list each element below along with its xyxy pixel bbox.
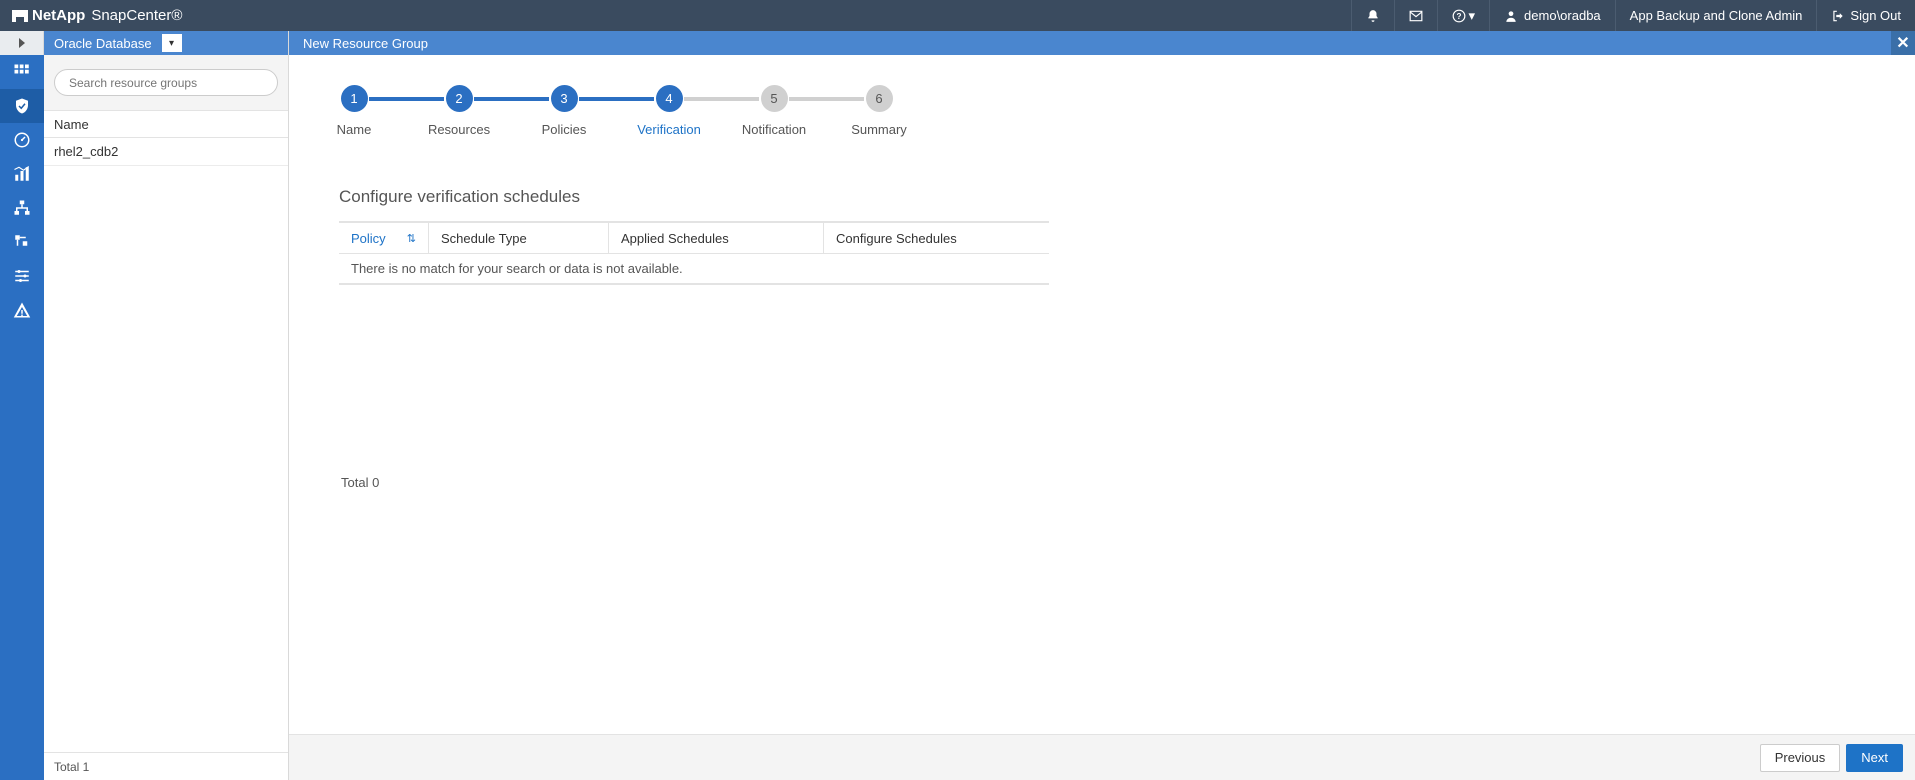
nav-storage[interactable] — [0, 225, 44, 259]
sliders-icon — [13, 267, 31, 285]
step-notification[interactable]: 5 Notification — [759, 85, 789, 137]
step-verification[interactable]: 4 Verification — [654, 85, 684, 137]
content-header: New Resource Group ✕ — [289, 31, 1915, 55]
nav-alerts[interactable] — [0, 293, 44, 327]
table-total: Total 0 — [339, 475, 1865, 490]
table-header-row: Policy ⇅ Schedule Type Applied Schedules… — [339, 222, 1049, 254]
chevron-right-icon — [17, 38, 27, 48]
col-policy-label: Policy — [351, 231, 386, 246]
step-circle: 5 — [761, 85, 788, 112]
step-resources[interactable]: 2 Resources — [444, 85, 474, 137]
step-connector — [474, 97, 549, 101]
caret-down-icon: ▾ — [1469, 8, 1476, 24]
step-policies[interactable]: 3 Policies — [549, 85, 579, 137]
nav-dashboard[interactable] — [0, 55, 44, 89]
step-circle: 2 — [446, 85, 473, 112]
col-configure-schedules[interactable]: Configure Schedules — [824, 223, 1049, 253]
rail-toggle[interactable] — [0, 31, 44, 55]
col-schedule-type[interactable]: Schedule Type — [429, 223, 609, 253]
netapp-logo-icon — [12, 8, 28, 24]
bell-icon — [1366, 9, 1380, 23]
signout-button[interactable]: Sign Out — [1816, 0, 1915, 31]
step-circle: 4 — [656, 85, 683, 112]
nav-hosts[interactable] — [0, 191, 44, 225]
user-icon — [1504, 9, 1518, 23]
step-name[interactable]: 1 Name — [339, 85, 369, 137]
left-panel-column-header[interactable]: Name — [44, 110, 288, 138]
messages-button[interactable] — [1394, 0, 1437, 31]
nav-reports[interactable] — [0, 157, 44, 191]
nav-settings[interactable] — [0, 259, 44, 293]
table-empty-message: There is no match for your search or dat… — [339, 254, 1049, 284]
signout-label: Sign Out — [1850, 8, 1901, 23]
resource-group-name: rhel2_cdb2 — [54, 144, 118, 159]
signout-icon — [1831, 9, 1845, 23]
top-bar: NetApp SnapCenter® ? ▾ demo\oradba App B… — [0, 0, 1915, 31]
hierarchy-icon — [13, 199, 31, 217]
wizard-steps: 1 Name 2 Resources 3 Policies 4 Verifica… — [339, 85, 1865, 137]
brand: NetApp SnapCenter® — [0, 7, 194, 24]
shield-check-icon — [13, 97, 31, 115]
content-area: New Resource Group ✕ 1 Name 2 Resources … — [289, 31, 1915, 780]
step-label: Summary — [851, 122, 907, 137]
step-connector — [579, 97, 654, 101]
step-label: Resources — [428, 122, 490, 137]
plugin-dropdown-toggle[interactable]: ▾ — [162, 34, 182, 52]
step-connector — [789, 97, 864, 101]
step-circle: 6 — [866, 85, 893, 112]
notifications-button[interactable] — [1351, 0, 1394, 31]
previous-button[interactable]: Previous — [1760, 744, 1841, 772]
brand-product: SnapCenter® — [91, 7, 182, 24]
next-button[interactable]: Next — [1846, 744, 1903, 772]
step-label: Name — [337, 122, 372, 137]
mail-icon — [1409, 9, 1423, 23]
role-label[interactable]: App Backup and Clone Admin — [1615, 0, 1817, 31]
verification-table: Policy ⇅ Schedule Type Applied Schedules… — [339, 221, 1049, 285]
brand-logo: NetApp — [12, 7, 85, 24]
left-panel-search-area — [44, 55, 288, 110]
main-area: Oracle Database ▾ Name rhel2_cdb2 Total … — [0, 31, 1915, 780]
step-label: Notification — [742, 122, 806, 137]
col-applied-schedules[interactable]: Applied Schedules — [609, 223, 824, 253]
resource-group-row[interactable]: rhel2_cdb2 — [44, 138, 288, 166]
step-label: Policies — [542, 122, 587, 137]
step-circle: 3 — [551, 85, 578, 112]
alert-icon — [13, 301, 31, 319]
left-total-label: Total 1 — [54, 760, 89, 774]
page-title: New Resource Group — [303, 36, 428, 51]
close-wizard-button[interactable]: ✕ — [1891, 31, 1915, 55]
help-button[interactable]: ? ▾ — [1437, 0, 1490, 31]
barchart-icon — [13, 165, 31, 183]
sort-asc-icon[interactable]: ⇅ — [407, 232, 416, 245]
search-input[interactable] — [54, 69, 278, 96]
col-name-label: Name — [54, 117, 89, 132]
user-label: demo\oradba — [1524, 8, 1601, 23]
wizard-footer: Previous Next — [289, 734, 1915, 780]
section-title: Configure verification schedules — [339, 187, 1865, 207]
blocks-icon — [13, 233, 31, 251]
plugin-dropdown-label: Oracle Database — [54, 36, 152, 51]
nav-rail — [0, 31, 44, 780]
grid-icon — [13, 63, 31, 81]
step-connector — [369, 97, 444, 101]
step-label: Verification — [637, 122, 701, 137]
left-panel: Oracle Database ▾ Name rhel2_cdb2 Total … — [44, 31, 289, 780]
left-panel-footer: Total 1 — [44, 752, 288, 780]
col-policy[interactable]: Policy ⇅ — [339, 223, 429, 253]
content-body: 1 Name 2 Resources 3 Policies 4 Verifica… — [289, 55, 1915, 734]
nav-monitor[interactable] — [0, 123, 44, 157]
svg-text:?: ? — [1456, 11, 1461, 20]
left-panel-header: Oracle Database ▾ — [44, 31, 288, 55]
user-menu[interactable]: demo\oradba — [1489, 0, 1615, 31]
nav-resources[interactable] — [0, 89, 44, 123]
gauge-icon — [13, 131, 31, 149]
help-icon: ? — [1452, 9, 1466, 23]
step-summary[interactable]: 6 Summary — [864, 85, 894, 137]
step-circle: 1 — [341, 85, 368, 112]
step-connector — [684, 97, 759, 101]
brand-vendor: NetApp — [32, 7, 85, 24]
